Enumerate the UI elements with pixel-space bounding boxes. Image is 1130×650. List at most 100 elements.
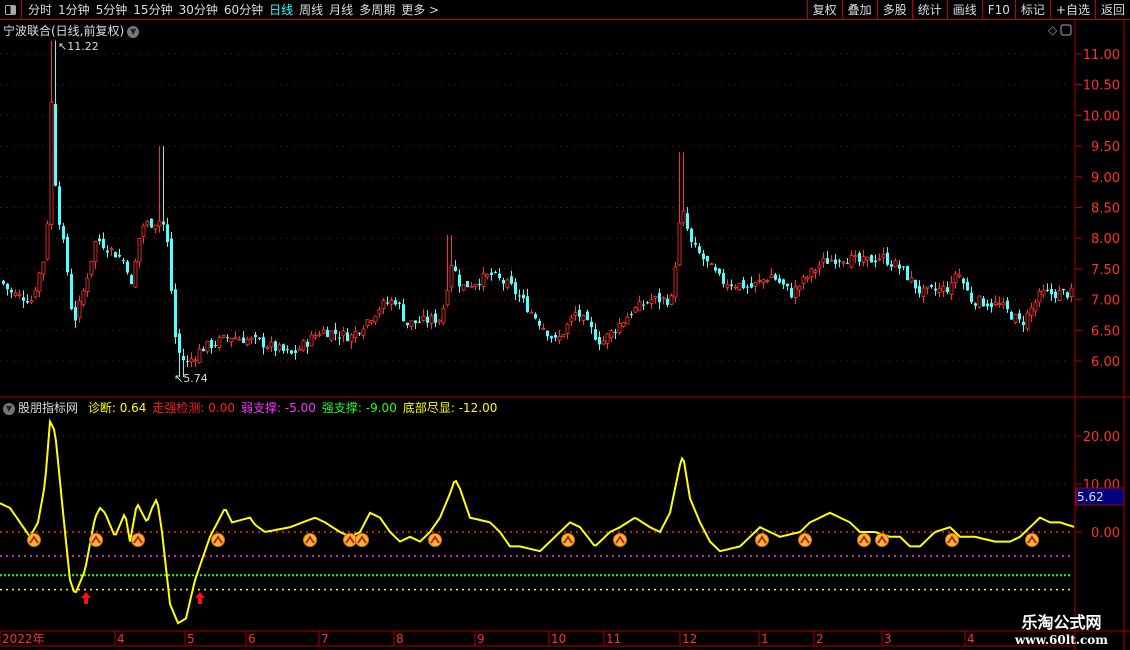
candle-body [702, 253, 705, 260]
candle-body [37, 272, 42, 292]
candle-body [718, 268, 721, 274]
candle-body [946, 287, 949, 293]
candle-body [997, 303, 1002, 306]
candle-body [733, 286, 738, 289]
candle-body [829, 259, 834, 262]
candle-body [993, 301, 998, 305]
candle-body [1013, 314, 1018, 323]
candle-body [214, 345, 217, 347]
candle-body [834, 259, 837, 264]
candle-body [797, 285, 802, 291]
candle-body [757, 280, 762, 282]
candle-body [341, 330, 346, 337]
candle-body [210, 340, 213, 349]
candle-body [986, 303, 989, 307]
candle-body [349, 334, 354, 343]
y-tick-label: 6.50 [1091, 324, 1120, 339]
candle-body [186, 360, 189, 362]
candle-body [418, 321, 421, 323]
candle-body [673, 266, 678, 298]
candle-body [990, 303, 993, 307]
candle-body [774, 274, 777, 280]
candle-body [358, 333, 361, 335]
candle-body [786, 283, 789, 287]
candle-body [466, 281, 469, 288]
candle-body [361, 328, 366, 336]
candle-body [153, 224, 158, 230]
candle-body [229, 337, 234, 343]
candle-body [409, 320, 414, 327]
candle-body [1062, 289, 1065, 291]
candle-body [841, 261, 846, 264]
candle-body [490, 272, 493, 275]
candle-body [742, 280, 745, 289]
candle-body [6, 283, 9, 290]
candle-body [669, 295, 674, 305]
candle-body [614, 331, 617, 333]
candle-body [957, 274, 962, 277]
candle-body [658, 293, 661, 303]
candle-body [554, 334, 557, 338]
candle-body [633, 307, 638, 313]
candle-body [89, 260, 94, 276]
candle-body [666, 298, 669, 305]
candle-body [846, 263, 849, 265]
candle-body [109, 248, 114, 251]
x-axis-label: 7 [321, 632, 329, 646]
candle-body [41, 261, 46, 275]
kline-chart[interactable]: ◇11.0010.5010.009.509.008.508.007.507.00… [0, 0, 1130, 650]
candle-body [130, 275, 133, 285]
candle-body [801, 276, 806, 285]
watermark-url: www.60lt.com [1015, 633, 1108, 647]
candle-body [1025, 312, 1030, 330]
candle-body [918, 286, 921, 294]
candle-body [33, 289, 38, 298]
x-axis-label: 3 [884, 632, 892, 646]
candle-body [294, 350, 297, 353]
up-arrow-icon [195, 592, 205, 604]
x-axis-label: 9 [477, 632, 485, 646]
candle-body [1050, 289, 1053, 294]
candle-body [193, 359, 198, 362]
candle-body [821, 257, 826, 263]
candle-body [233, 337, 238, 340]
candle-body [334, 329, 337, 334]
y-tick-label: 0.00 [1091, 526, 1120, 541]
x-axis-label: 11 [606, 632, 621, 646]
candle-body [598, 337, 601, 345]
candle-body [269, 341, 274, 348]
candle-body [921, 287, 926, 297]
candle-body [1022, 321, 1025, 326]
diamond-icon: ◇ [1048, 23, 1058, 37]
candle-body [29, 300, 34, 303]
candle-body [306, 341, 309, 347]
x-axis-label: 10 [551, 632, 566, 646]
candle-body [145, 221, 150, 226]
candle-body [429, 315, 434, 324]
candle-body [870, 255, 873, 263]
candle-body [966, 281, 969, 291]
candle-body [1010, 311, 1013, 320]
candle-body [594, 329, 597, 340]
x-axis-label: 2 [816, 632, 824, 646]
candle-body [458, 274, 461, 287]
candle-body [102, 238, 105, 249]
candle-body [761, 279, 766, 283]
candle-body [681, 210, 686, 224]
candle-body [133, 260, 138, 288]
candle-body [874, 260, 877, 263]
candle-body [505, 279, 510, 288]
candle-body [953, 273, 958, 283]
candle-body [394, 300, 397, 305]
candle-body [189, 358, 194, 363]
candle-body [205, 340, 210, 352]
candle-body [914, 279, 917, 289]
y-tick-label: 9.50 [1091, 140, 1120, 155]
candle-body [386, 302, 389, 304]
panel-toggle-icon [1060, 24, 1072, 36]
candle-body [174, 289, 177, 338]
candle-body [805, 277, 810, 280]
candle-body [510, 276, 513, 284]
candle-body [709, 263, 714, 266]
candle-body [106, 250, 109, 253]
